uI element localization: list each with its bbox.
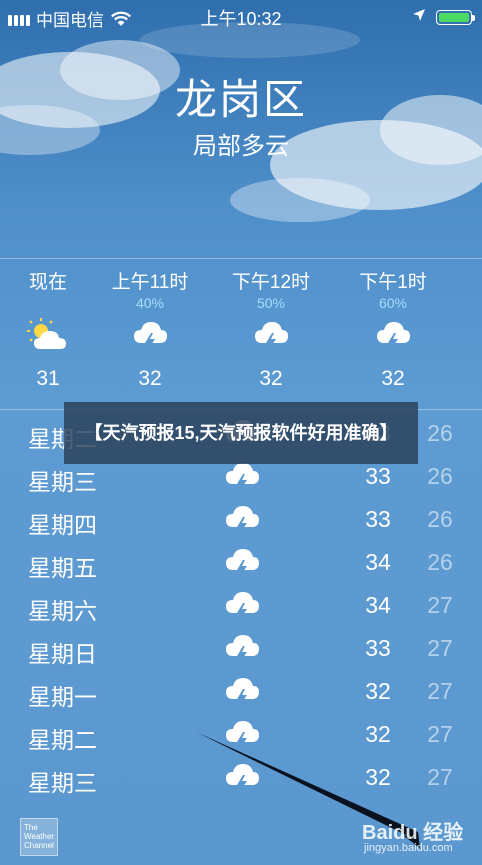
list-item: 星期一 32 27: [0, 670, 482, 713]
thunderstorm-icon: [216, 317, 326, 357]
battery-level: [439, 12, 469, 22]
hour-temp: 32: [138, 367, 162, 390]
hourly-forecast[interactable]: 现在 31 上午11时 40% 32 下午12时 50% 32 下午1时 60%…: [0, 258, 482, 410]
precip-chance: 40%: [135, 295, 165, 311]
low-temp: 27: [427, 721, 453, 747]
precip-chance: 50%: [256, 295, 286, 311]
day-name: 星期六: [28, 598, 97, 624]
low-temp: 27: [427, 764, 453, 790]
thunderstorm-icon: [226, 764, 259, 793]
day-name: 星期五: [28, 555, 97, 581]
location-city: 龙岗区: [174, 76, 307, 123]
clock: 上午10:32: [200, 9, 282, 29]
high-temp: 33: [365, 463, 391, 489]
thunderstorm-icon: [95, 317, 205, 357]
hour-label: 上午11时: [111, 272, 189, 293]
high-temp: 33: [365, 506, 391, 532]
hour-temp: 32: [381, 367, 405, 390]
low-temp: 27: [427, 678, 453, 704]
current-condition: 局部多云: [193, 133, 289, 160]
high-temp: 32: [365, 764, 391, 790]
article-title-overlay: 【天汽预报15,天汽预报软件好用准确】: [64, 402, 418, 464]
baidu-watermark: Baidu 经验: [362, 822, 464, 844]
day-name: 星期二: [28, 727, 97, 753]
list-item: 星期日 33 27: [0, 627, 482, 670]
thunderstorm-icon: [226, 678, 259, 707]
battery-icon: [436, 9, 475, 25]
partly-sunny-icon: [0, 317, 103, 357]
low-temp: 26: [427, 420, 453, 446]
day-name: 星期三: [28, 770, 97, 796]
day-name: 星期三: [28, 469, 97, 495]
day-name: 星期一: [28, 684, 97, 710]
high-temp: 32: [365, 678, 391, 704]
weather-channel-logo[interactable]: The Weather Channel: [20, 818, 58, 856]
location-arrow-icon: [412, 7, 426, 27]
thunderstorm-icon: [226, 506, 259, 535]
list-item: 星期三 32 27: [0, 756, 482, 799]
high-temp: 32: [365, 721, 391, 747]
thunderstorm-icon: [338, 317, 448, 357]
high-temp: 34: [365, 549, 391, 575]
thunderstorm-icon: [226, 635, 259, 664]
low-temp: 26: [427, 549, 453, 575]
day-name: 星期日: [28, 641, 97, 667]
hour-label: 下午1时: [359, 272, 427, 293]
list-item: 星期二 32 27: [0, 713, 482, 756]
list-item: 星期四 33 26: [0, 498, 482, 541]
hour-temp: 32: [259, 367, 283, 390]
low-temp: 27: [427, 592, 453, 618]
hour-label: 下午12时: [231, 272, 311, 293]
watermark-url: jingyan.baidu.com: [364, 842, 453, 854]
hour-temp: 31: [36, 367, 60, 390]
low-temp: 26: [427, 506, 453, 532]
thunderstorm-icon: [226, 721, 259, 750]
precip-chance: 60%: [378, 295, 408, 311]
status-bar: 中国电信 上午10:32: [0, 0, 482, 32]
hour-label: 现在: [28, 272, 67, 293]
high-temp: 33: [365, 635, 391, 661]
thunderstorm-icon: [226, 549, 259, 578]
high-temp: 34: [365, 592, 391, 618]
list-item: 星期六 34 27: [0, 584, 482, 627]
thunderstorm-icon: [226, 592, 259, 621]
low-temp: 27: [427, 635, 453, 661]
list-item: 星期五 34 26: [0, 541, 482, 584]
day-name: 星期四: [28, 512, 97, 538]
low-temp: 26: [427, 463, 453, 489]
